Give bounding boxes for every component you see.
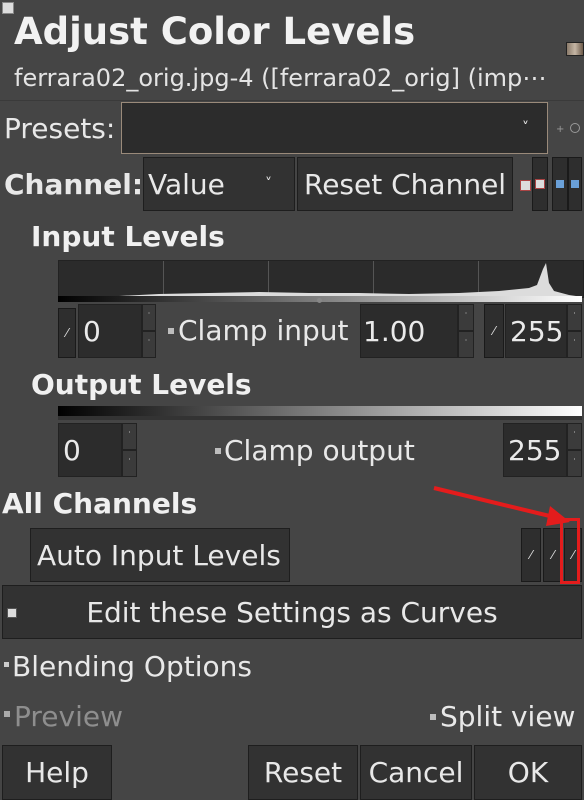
image-thumbnail — [566, 42, 584, 56]
auto-input-levels-label: Auto Input Levels — [37, 538, 281, 572]
input-gamma-spin[interactable]: 1.00 — [360, 304, 458, 358]
input-high-down[interactable]: ˙ — [567, 331, 582, 358]
reset-label: Reset — [263, 756, 343, 789]
histogram-curve — [59, 263, 583, 297]
log-scale-icon[interactable] — [568, 157, 582, 211]
help-button[interactable]: Help — [2, 745, 112, 800]
presets-label: Presets: — [4, 112, 116, 145]
input-low-spin[interactable]: 0 — [78, 304, 142, 358]
reset-channel-label: Reset Channel — [304, 167, 507, 201]
dialog-title: Adjust Color Levels — [14, 10, 416, 53]
log-histogram-icon[interactable] — [532, 157, 548, 211]
output-low-spin[interactable]: 0 — [58, 423, 122, 477]
input-low-down[interactable]: ˙ — [142, 331, 156, 358]
input-low-up[interactable]: ˙ — [142, 304, 156, 331]
output-high-up[interactable]: ˙ — [567, 423, 582, 450]
input-levels-heading: Input Levels — [31, 220, 225, 253]
output-low-value: 0 — [63, 433, 81, 467]
ok-label: OK — [507, 756, 549, 789]
clamp-output-checkbox[interactable] — [215, 448, 221, 454]
input-gamma-down[interactable]: ˙ — [458, 331, 474, 358]
pick-black-point-icon[interactable]: ⁄ — [58, 308, 76, 358]
annotation-highlight-box — [560, 518, 580, 584]
output-levels-heading: Output Levels — [31, 368, 252, 401]
output-low-down[interactable]: ˙ — [122, 450, 137, 477]
presets-menu-icon[interactable] — [570, 123, 580, 133]
cancel-label: Cancel — [368, 756, 464, 789]
presets-add-icon[interactable]: + — [556, 124, 564, 135]
curves-icon — [7, 608, 17, 618]
ok-button[interactable]: OK — [474, 745, 582, 800]
dialog-subtitle: ferrara02_orig.jpg-4 ([ferrara02_orig] (… — [14, 64, 547, 92]
input-gamma-up[interactable]: ˙ — [458, 304, 474, 331]
reset-channel-button[interactable]: Reset Channel — [297, 157, 513, 211]
channel-combo[interactable]: Value ˅ — [143, 157, 295, 211]
output-gradient-track — [58, 416, 582, 420]
input-high-value: 255 — [510, 314, 564, 348]
channel-label: Channel: — [4, 168, 144, 201]
clamp-output-label: Clamp output — [224, 434, 415, 467]
chevron-down-icon: ˅ — [522, 120, 529, 136]
linear-histogram-icon[interactable] — [520, 180, 531, 191]
gamma-handle-icon[interactable] — [317, 298, 322, 303]
cancel-button[interactable]: Cancel — [360, 745, 472, 800]
presets-combo[interactable]: ˅ — [121, 102, 548, 154]
output-high-down[interactable]: ˙ — [567, 450, 582, 477]
edit-as-curves-label: Edit these Settings as Curves — [86, 595, 498, 629]
preview-checkbox[interactable] — [4, 711, 10, 717]
all-channels-heading: All Channels — [2, 487, 198, 520]
blending-expander-icon[interactable] — [4, 662, 9, 667]
pick-black-point-all-icon[interactable]: ⁄ — [521, 528, 541, 582]
output-low-up[interactable]: ˙ — [122, 423, 137, 450]
help-label: Help — [25, 756, 89, 789]
clamp-input-checkbox[interactable] — [168, 328, 174, 334]
output-high-value: 255 — [508, 433, 562, 467]
output-gradient-bar[interactable] — [58, 406, 582, 416]
input-high-spin[interactable]: 255 — [505, 304, 567, 358]
blending-options-label[interactable]: Blending Options — [12, 650, 252, 683]
input-high-up[interactable]: ˙ — [567, 304, 582, 331]
preview-label[interactable]: Preview — [14, 700, 123, 733]
window-icon — [2, 2, 14, 14]
clamp-input-label: Clamp input — [178, 314, 349, 347]
channel-value: Value — [148, 167, 225, 201]
pick-white-point-icon[interactable]: ⁄ — [484, 304, 504, 358]
split-view-label[interactable]: Split view — [440, 700, 575, 733]
linear-scale-icon[interactable] — [552, 157, 568, 211]
input-gamma-value: 1.00 — [363, 314, 426, 348]
input-histogram[interactable] — [58, 260, 584, 298]
input-low-value: 0 — [83, 314, 101, 348]
output-high-spin[interactable]: 255 — [503, 423, 567, 477]
edit-as-curves-button[interactable]: Edit these Settings as Curves — [2, 585, 582, 639]
reset-button[interactable]: Reset — [248, 745, 358, 800]
chevron-down-icon: ˅ — [265, 176, 272, 192]
auto-input-levels-button[interactable]: Auto Input Levels — [30, 528, 290, 582]
split-view-checkbox[interactable] — [430, 714, 436, 720]
header-divider — [0, 100, 584, 101]
